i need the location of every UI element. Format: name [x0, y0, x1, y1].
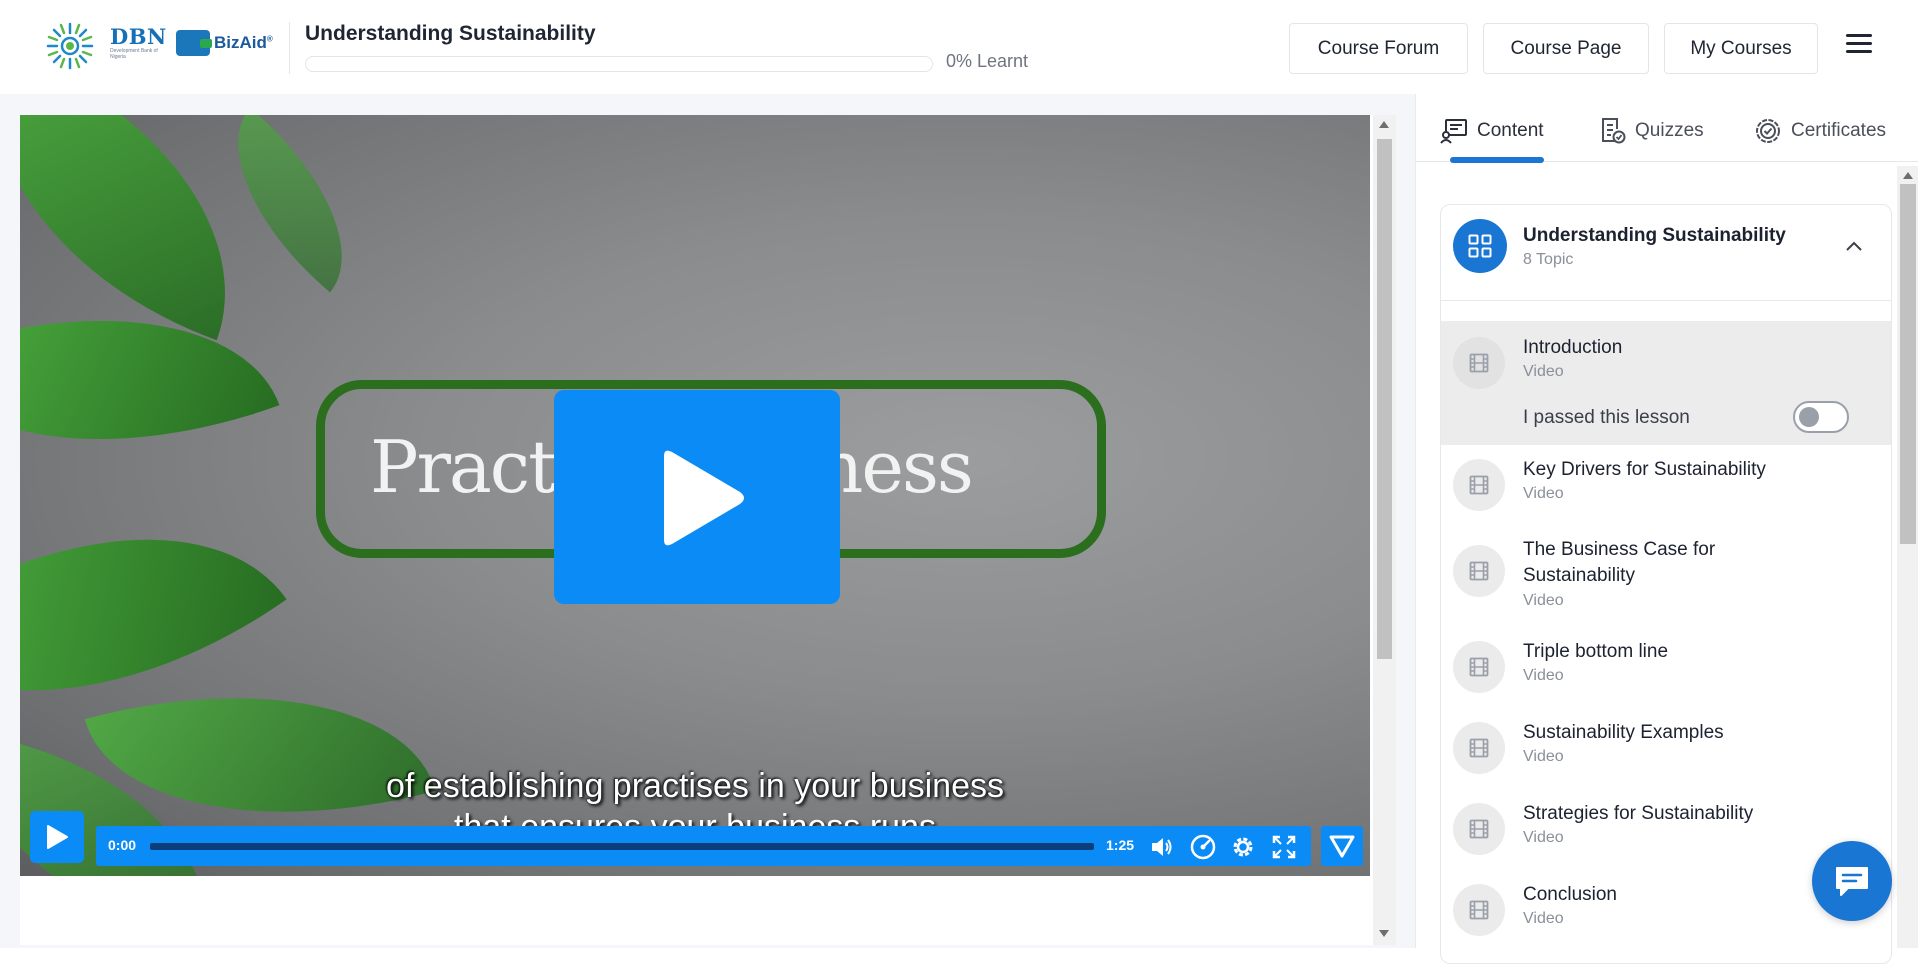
tab-quizzes[interactable]: Quizzes	[1600, 114, 1704, 148]
video-scrubber[interactable]	[150, 843, 1094, 850]
chevron-up-icon[interactable]	[1843, 235, 1865, 257]
video-subtitle-line: of establishing practises in your busine…	[386, 767, 1004, 805]
tab-content-label: Content	[1477, 120, 1544, 141]
lesson-type: Video	[1523, 363, 1564, 380]
course-progress-bar	[305, 56, 933, 72]
content-icon	[1440, 119, 1467, 144]
player-scrollbar[interactable]	[1373, 115, 1396, 945]
bizaid-logo: BizAid®	[176, 28, 273, 58]
lesson-type: Video	[1523, 592, 1564, 609]
volume-icon[interactable]	[1149, 834, 1175, 860]
top-header: DBN Development Bank of Nigeria BizAid® …	[0, 0, 1918, 94]
video-duration: 1:25	[1106, 837, 1135, 853]
lesson-icon	[1453, 803, 1505, 855]
film-icon	[1469, 353, 1489, 373]
lesson-title: Conclusion	[1523, 884, 1617, 905]
course-title: Understanding Sustainability	[305, 22, 596, 45]
film-icon	[1469, 738, 1489, 758]
my-courses-button[interactable]: My Courses	[1664, 23, 1818, 74]
lesson-title: Introduction	[1523, 337, 1623, 358]
play-icon	[47, 825, 68, 849]
dbn-logo-icon	[46, 22, 94, 70]
progress-text: 0% Learnt	[946, 51, 1029, 71]
active-tab-indicator	[1450, 157, 1544, 163]
scrollbar-thumb[interactable]	[1377, 139, 1392, 659]
module-topic-count: 8 Topic	[1523, 251, 1574, 268]
big-play-button[interactable]	[554, 390, 840, 604]
scrollbar-thumb[interactable]	[1900, 184, 1916, 544]
bizaid-wallet-icon	[176, 30, 212, 56]
dbn-logo-text: DBN Development Bank of Nigeria	[110, 24, 167, 61]
lesson-icon	[1453, 459, 1505, 511]
vimeo-logo-icon	[1329, 835, 1355, 858]
hamburger-menu-icon[interactable]	[1846, 34, 1872, 56]
course-forum-button[interactable]: Course Forum	[1289, 23, 1468, 74]
module-icon	[1453, 219, 1507, 273]
current-time: 0:00	[108, 837, 137, 853]
video-player[interactable]: Practise business of establishing practi…	[20, 115, 1370, 876]
chat-button[interactable]	[1812, 841, 1892, 921]
sidebar-tabs: Content Quizzes Certificates	[1416, 94, 1918, 163]
tab-certificates[interactable]: Certificates	[1754, 114, 1886, 148]
speed-icon[interactable]	[1190, 834, 1216, 860]
lesson-title: Key Drivers for Sustainability	[1523, 459, 1766, 480]
film-icon	[1469, 900, 1489, 920]
lesson-item[interactable]: Sustainability Examples Video	[1441, 708, 1891, 789]
lesson-type: Video	[1523, 485, 1564, 502]
tab-quizzes-label: Quizzes	[1635, 120, 1704, 141]
dbn-logo-sublabel: Development Bank of Nigeria	[110, 48, 158, 60]
lesson-type: Video	[1523, 829, 1564, 846]
module-title: Understanding Sustainability	[1523, 225, 1786, 246]
control-play-button[interactable]	[30, 811, 84, 863]
lesson-item[interactable]: Key Drivers for Sustainability Video	[1441, 445, 1891, 525]
lesson-icon	[1453, 545, 1505, 597]
scroll-up-arrow-icon[interactable]	[1903, 172, 1913, 179]
lesson-item[interactable]: Triple bottom line Video	[1441, 627, 1891, 708]
certificate-icon	[1756, 119, 1780, 143]
video-control-bar: 0:00 1:25	[96, 826, 1311, 866]
chat-bubble-icon	[1836, 867, 1868, 896]
lesson-title: Strategies for Sustainability	[1523, 803, 1754, 824]
lesson-icon	[1453, 884, 1505, 936]
lesson-type: Video	[1523, 748, 1564, 765]
film-icon	[1469, 561, 1489, 581]
film-icon	[1469, 475, 1489, 495]
film-icon	[1469, 819, 1489, 839]
lesson-type: Video	[1523, 667, 1564, 684]
lesson-icon	[1453, 722, 1505, 774]
lesson-title: Triple bottom line	[1523, 641, 1669, 662]
module-header[interactable]: Understanding Sustainability 8 Topic	[1441, 205, 1891, 301]
lesson-title: The Business Case for Sustainability	[1523, 539, 1716, 586]
tab-content[interactable]: Content	[1440, 114, 1544, 148]
bizaid-logo-label: BizAid	[214, 33, 267, 52]
play-icon	[664, 450, 744, 546]
lesson-item[interactable]: Introduction Video I passed this lesson	[1441, 321, 1891, 445]
settings-gear-icon[interactable]	[1230, 834, 1256, 860]
fullscreen-icon[interactable]	[1271, 834, 1297, 860]
film-icon	[1469, 657, 1489, 677]
lesson-title: Sustainability Examples	[1523, 722, 1724, 743]
grid-icon	[1468, 234, 1492, 258]
passed-lesson-toggle[interactable]	[1793, 401, 1849, 433]
passed-lesson-label: I passed this lesson	[1523, 407, 1690, 428]
lesson-type: Video	[1523, 910, 1564, 927]
lesson-icon	[1453, 337, 1505, 389]
module-card: Understanding Sustainability 8 Topic Int…	[1440, 204, 1892, 964]
sidebar-scrollbar[interactable]	[1897, 166, 1918, 948]
quiz-icon	[1602, 118, 1626, 144]
course-sidebar: Content Quizzes Certificates Understandi…	[1415, 94, 1918, 964]
vimeo-logo-button[interactable]	[1321, 826, 1363, 866]
scroll-down-arrow-icon[interactable]	[1379, 930, 1389, 937]
header-divider	[289, 22, 290, 74]
dbn-logo-label: DBN	[110, 24, 167, 49]
scroll-up-arrow-icon[interactable]	[1379, 121, 1389, 128]
toggle-knob	[1799, 407, 1819, 427]
video-player-frame: Practise business of establishing practi…	[20, 115, 1396, 945]
tab-certificates-label: Certificates	[1791, 120, 1887, 141]
course-page-button[interactable]: Course Page	[1483, 23, 1649, 74]
main-content-area: Practise business of establishing practi…	[0, 94, 1415, 948]
lesson-item[interactable]: The Business Case for Sustainability Vid…	[1441, 525, 1891, 627]
lesson-icon	[1453, 641, 1505, 693]
